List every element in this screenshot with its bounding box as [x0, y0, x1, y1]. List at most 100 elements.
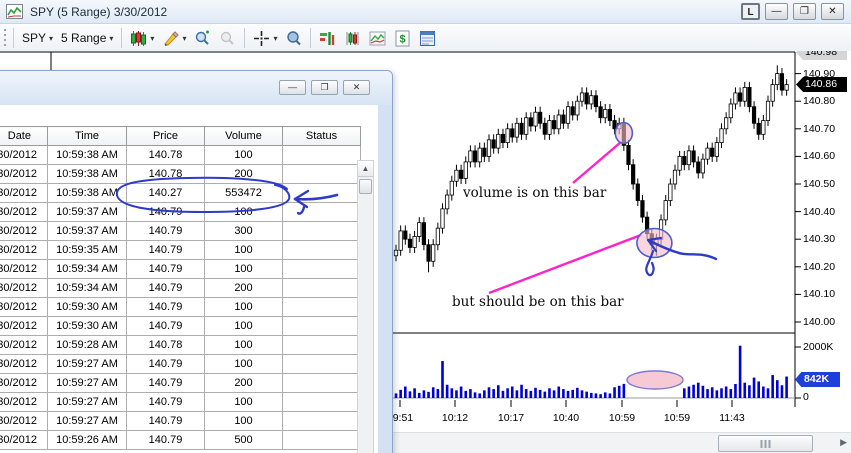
toolbar-grip-handle[interactable]	[2, 29, 9, 47]
dollar-panel-button[interactable]: $	[390, 28, 415, 49]
table-row[interactable]: 3/30/201210:59:30 AM140.79100	[0, 316, 361, 336]
trading-app-window: 140.98 140.86 2000K 0 842K volume is on …	[0, 0, 851, 453]
table-row[interactable]: 3/30/201210:59:38 AM140.78200	[0, 164, 361, 184]
cell	[282, 145, 361, 165]
minimize-button[interactable]: —	[765, 3, 788, 20]
table-row[interactable]: 3/30/201210:59:27 AM140.79200	[0, 373, 361, 393]
tns-titlebar[interactable]: — ❐ ✕	[0, 71, 392, 105]
price-axis-label: 140.80	[803, 95, 836, 108]
scrollbar-thumb[interactable]	[718, 435, 813, 452]
table-row[interactable]: 3/30/201210:59:37 AM140.79300	[0, 221, 361, 241]
table-row[interactable]: 3/30/201210:59:34 AM140.79200	[0, 278, 361, 298]
chart-style-button[interactable]: ▾	[126, 28, 158, 49]
cell: 10:59:26 AM	[47, 430, 127, 450]
cell: 100	[204, 335, 283, 355]
cell: 3/30/2012	[0, 259, 48, 279]
draw-pencil-icon	[164, 30, 180, 46]
symbol-dropdown[interactable]: SPY ▾	[18, 29, 57, 47]
tns-restore-button[interactable]: ❐	[311, 80, 338, 95]
close-button[interactable]: ✕	[821, 3, 844, 20]
line-chart-button[interactable]	[365, 28, 390, 49]
cell: 200	[204, 373, 283, 393]
tns-minimize-button[interactable]: —	[279, 80, 306, 95]
toolbar-separator	[310, 28, 312, 48]
cell: 10:59:30 AM	[47, 316, 127, 336]
scrollbar-grip-icon	[760, 440, 771, 448]
cell: 100	[204, 259, 283, 279]
cell: 140.79	[126, 354, 205, 374]
window-title: SPY (5 Range) 3/30/2012	[30, 4, 168, 19]
table-row[interactable]: 3/30/201210:59:28 AM140.78100	[0, 335, 361, 355]
cell: 10:59:30 AM	[47, 297, 127, 317]
annotation-should-be-on-this-bar[interactable]: but should be on this bar	[452, 294, 624, 310]
main-titlebar[interactable]: SPY (5 Range) 3/30/2012 L — ❐ ✕	[0, 0, 851, 24]
cell: 3/30/2012	[0, 411, 48, 431]
cell	[282, 354, 361, 374]
table-row[interactable]: 3/30/201210:59:26 AM140.79500	[0, 430, 361, 450]
table-row[interactable]: 3/30/201210:59:27 AM140.79100	[0, 411, 361, 431]
cell: 200	[204, 278, 283, 298]
cell: 200	[204, 164, 283, 184]
restore-button[interactable]: ❐	[793, 3, 816, 20]
table-row[interactable]: 3/30/201210:59:27 AM140.79100	[0, 354, 361, 374]
tns-close-button[interactable]: ✕	[343, 80, 370, 95]
scroll-up-arrow-icon[interactable]: ▲	[358, 161, 373, 177]
period-dropdown[interactable]: 5 Range ▾	[57, 29, 117, 47]
crosshair-icon	[254, 30, 270, 46]
chart-toolbar: SPY ▾ 5 Range ▾ ▾ ▾ ▾ $	[0, 25, 851, 51]
cell	[282, 221, 361, 241]
time-axis-label: 10:12	[441, 412, 469, 424]
annotation-volume-on-this-bar[interactable]: volume is on this bar	[463, 185, 606, 201]
column-header-date[interactable]: Date	[0, 126, 48, 146]
cell	[282, 430, 361, 450]
chart-bars-button[interactable]	[340, 28, 365, 49]
column-header-price[interactable]: Price	[126, 126, 205, 146]
scroll-right-arrow-icon[interactable]: ▶	[840, 437, 847, 448]
time-axis-label: 10:17	[497, 412, 525, 424]
time-axis-label: 11:43	[719, 412, 745, 424]
zoom-in-button[interactable]	[190, 28, 215, 49]
chevron-down-icon: ▾	[49, 33, 54, 43]
time-and-sales-table: DateTimePriceVolumeStatus 3/30/201210:59…	[0, 126, 361, 450]
chevron-down-icon: ▾	[182, 33, 187, 43]
cell: 140.27	[126, 183, 205, 203]
cell: 10:59:37 AM	[47, 202, 127, 222]
toolbar-separator	[121, 28, 123, 48]
cell: 100	[204, 202, 283, 222]
market-depth-icon	[320, 31, 335, 45]
cell: 3/30/2012	[0, 373, 48, 393]
market-depth-button[interactable]	[315, 28, 340, 49]
link-button[interactable]: L	[741, 3, 760, 20]
chevron-down-icon: ▾	[109, 33, 114, 43]
column-header-status[interactable]: Status	[282, 126, 361, 146]
cell: 3/30/2012	[0, 354, 48, 374]
line-chart-icon	[369, 31, 386, 45]
draw-tool-button[interactable]: ▾	[158, 28, 190, 49]
cell: 10:59:34 AM	[47, 278, 127, 298]
zoom-out-button[interactable]	[215, 28, 240, 49]
cell: 100	[204, 297, 283, 317]
candlestick-style-icon	[131, 30, 147, 46]
table-row[interactable]: 3/30/201210:59:34 AM140.79100	[0, 259, 361, 279]
table-row[interactable]: 3/30/201210:59:30 AM140.79100	[0, 297, 361, 317]
quote-panel-button[interactable]	[415, 28, 440, 49]
chart-plot-area[interactable]	[393, 52, 795, 398]
cell: 3/30/2012	[0, 430, 48, 450]
column-header-volume[interactable]: Volume	[204, 126, 283, 146]
tns-scrollbar-thumb[interactable]	[359, 179, 372, 194]
table-row[interactable]: 3/30/201210:59:38 AM140.27553472	[0, 183, 361, 203]
table-row[interactable]: 3/30/201210:59:27 AM140.79100	[0, 392, 361, 412]
crosshair-tool-button[interactable]: ▾	[249, 28, 281, 49]
table-row[interactable]: 3/30/201210:59:38 AM140.78100	[0, 145, 361, 165]
dollar-icon: $	[395, 30, 410, 46]
cell: 10:59:34 AM	[47, 259, 127, 279]
cell	[282, 240, 361, 260]
table-row[interactable]: 3/30/201210:59:37 AM140.79100	[0, 202, 361, 222]
table-row[interactable]: 3/30/201210:59:35 AM140.79100	[0, 240, 361, 260]
column-header-time[interactable]: Time	[47, 126, 127, 146]
magnify-region-button[interactable]	[281, 28, 306, 49]
tns-vertical-scrollbar[interactable]: ▲	[357, 160, 374, 453]
cell: 140.79	[126, 278, 205, 298]
price-axis-label: 140.50	[803, 178, 836, 190]
chevron-down-icon: ▾	[273, 33, 278, 43]
